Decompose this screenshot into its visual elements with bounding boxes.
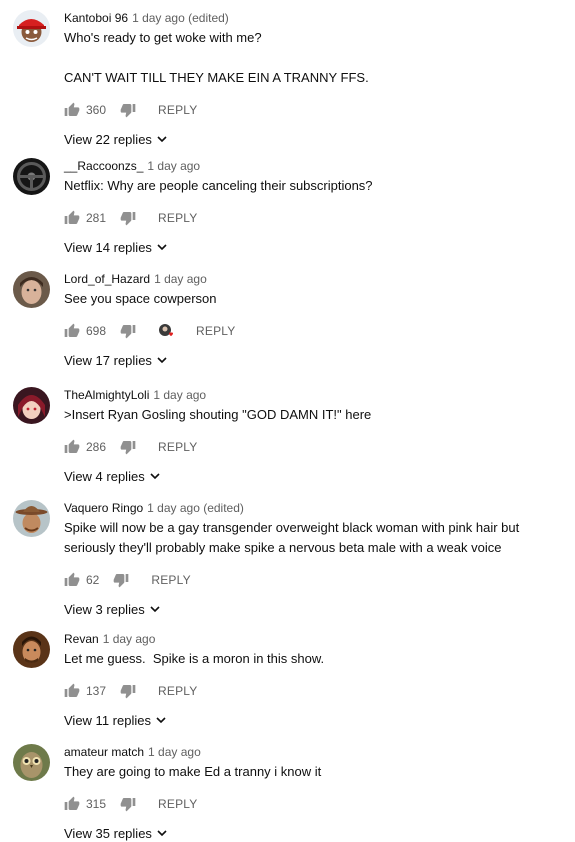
creator-heart-icon bbox=[158, 323, 174, 339]
comment-text: Let me guess. Spike is a moron in this s… bbox=[64, 649, 565, 669]
comment-paragraph: >Insert Ryan Gosling shouting "GOD DAMN … bbox=[64, 407, 372, 422]
thumbs-down-icon[interactable] bbox=[113, 572, 129, 588]
like-count: 698 bbox=[86, 324, 107, 338]
thumbs-up-icon[interactable] bbox=[64, 210, 80, 226]
comment-paragraph: They are going to make Ed a tranny i kno… bbox=[64, 764, 322, 779]
comment-text: See you space cowperson bbox=[64, 289, 565, 309]
comment-text: Netflix: Why are people canceling their … bbox=[64, 176, 565, 196]
view-replies-button[interactable]: View 4 replies bbox=[64, 467, 565, 485]
avatar-cowboy-icon[interactable] bbox=[13, 500, 50, 537]
comment-author[interactable]: Vaquero Ringo bbox=[64, 501, 143, 515]
thumbs-up-icon[interactable] bbox=[64, 572, 80, 588]
reply-button[interactable]: REPLY bbox=[158, 211, 197, 225]
like-count: 281 bbox=[86, 211, 107, 225]
chevron-down-icon bbox=[156, 827, 168, 839]
view-replies-label: View 14 replies bbox=[64, 239, 152, 255]
view-replies-label: View 35 replies bbox=[64, 825, 152, 841]
comment-author[interactable]: Lord_of_Hazard bbox=[64, 272, 150, 286]
thumbs-down-icon[interactable] bbox=[120, 323, 136, 339]
avatar-red-cap-icon[interactable] bbox=[13, 10, 50, 47]
comment-actions: 62 REPLY bbox=[64, 568, 565, 592]
comment-author[interactable]: amateur match bbox=[64, 745, 144, 759]
comment-text: Who's ready to get woke with me? CAN'T W… bbox=[64, 28, 565, 88]
view-replies-label: View 3 replies bbox=[64, 601, 145, 617]
thumbs-down-icon[interactable] bbox=[120, 796, 136, 812]
chevron-down-icon bbox=[149, 470, 161, 482]
comment-paragraph: CAN'T WAIT TILL THEY MAKE EIN A TRANNY F… bbox=[64, 70, 369, 85]
view-replies-label: View 22 replies bbox=[64, 131, 152, 147]
comment-paragraph: Spike will now be a gay transgender over… bbox=[64, 520, 520, 555]
thumbs-down-icon[interactable] bbox=[120, 683, 136, 699]
comment-paragraph: Netflix: Why are people canceling their … bbox=[64, 178, 373, 193]
chevron-down-icon bbox=[149, 603, 161, 615]
thumbs-down-icon[interactable] bbox=[120, 439, 136, 455]
comment-author[interactable]: TheAlmightyLoli bbox=[64, 388, 149, 402]
like-count: 286 bbox=[86, 440, 107, 454]
comment-actions: 137 REPLY bbox=[64, 679, 565, 703]
comment-text: They are going to make Ed a tranny i kno… bbox=[64, 762, 565, 782]
reply-button[interactable]: REPLY bbox=[158, 684, 197, 698]
like-count: 62 bbox=[86, 573, 100, 587]
avatar-man-icon[interactable] bbox=[13, 631, 50, 668]
view-replies-button[interactable]: View 22 replies bbox=[64, 130, 565, 148]
thumbs-up-icon[interactable] bbox=[64, 439, 80, 455]
comment-actions: 360 REPLY bbox=[64, 98, 565, 122]
comment-timestamp[interactable]: 1 day ago bbox=[154, 272, 207, 286]
like-count: 315 bbox=[86, 797, 107, 811]
comment-actions: 698 REPLY bbox=[64, 319, 565, 343]
comment-timestamp[interactable]: 1 day ago (edited) bbox=[132, 11, 229, 25]
comment-author[interactable]: __Raccoonzs_ bbox=[64, 159, 143, 173]
reply-button[interactable]: REPLY bbox=[196, 324, 235, 338]
comment-text: >Insert Ryan Gosling shouting "GOD DAMN … bbox=[64, 405, 565, 425]
comment-actions: 286 REPLY bbox=[64, 435, 565, 459]
comment-timestamp[interactable]: 1 day ago bbox=[147, 159, 200, 173]
view-replies-button[interactable]: View 11 replies bbox=[64, 711, 565, 729]
view-replies-label: View 4 replies bbox=[64, 468, 145, 484]
like-count: 137 bbox=[86, 684, 107, 698]
chevron-down-icon bbox=[155, 714, 167, 726]
thumbs-up-icon[interactable] bbox=[64, 796, 80, 812]
comment-author[interactable]: Revan bbox=[64, 632, 99, 646]
comment-paragraph: Let me guess. Spike is a moron in this s… bbox=[64, 651, 325, 666]
reply-button[interactable]: REPLY bbox=[158, 797, 197, 811]
thumbs-up-icon[interactable] bbox=[64, 323, 80, 339]
comment-actions: 315 REPLY bbox=[64, 792, 565, 816]
view-replies-label: View 11 replies bbox=[64, 712, 151, 728]
avatar-steering-wheel-icon[interactable] bbox=[13, 158, 50, 195]
view-replies-button[interactable]: View 17 replies bbox=[64, 351, 565, 369]
comment-timestamp[interactable]: 1 day ago (edited) bbox=[147, 501, 244, 515]
reply-button[interactable]: REPLY bbox=[158, 103, 197, 117]
thumbs-up-icon[interactable] bbox=[64, 683, 80, 699]
avatar-owl-icon[interactable] bbox=[13, 744, 50, 781]
comment-actions: 281 REPLY bbox=[64, 206, 565, 230]
comment-timestamp[interactable]: 1 day ago bbox=[148, 745, 201, 759]
reply-button[interactable]: REPLY bbox=[151, 573, 190, 587]
avatar-face-icon[interactable] bbox=[13, 271, 50, 308]
thumbs-up-icon[interactable] bbox=[64, 102, 80, 118]
chevron-down-icon bbox=[156, 241, 168, 253]
reply-button[interactable]: REPLY bbox=[158, 440, 197, 454]
comment-paragraph: See you space cowperson bbox=[64, 291, 217, 306]
thumbs-down-icon[interactable] bbox=[120, 102, 136, 118]
like-count: 360 bbox=[86, 103, 107, 117]
view-replies-label: View 17 replies bbox=[64, 352, 152, 368]
view-replies-button[interactable]: View 3 replies bbox=[64, 600, 565, 618]
comment-paragraph: Who's ready to get woke with me? bbox=[64, 30, 262, 45]
thumbs-down-icon[interactable] bbox=[120, 210, 136, 226]
comment-timestamp[interactable]: 1 day ago bbox=[153, 388, 206, 402]
comment-timestamp[interactable]: 1 day ago bbox=[103, 632, 156, 646]
chevron-down-icon bbox=[156, 354, 168, 366]
avatar-anime-icon[interactable] bbox=[13, 387, 50, 424]
comment-text: Spike will now be a gay transgender over… bbox=[64, 518, 565, 558]
comment-author[interactable]: Kantoboi 96 bbox=[64, 11, 128, 25]
view-replies-button[interactable]: View 14 replies bbox=[64, 238, 565, 256]
view-replies-button[interactable]: View 35 replies bbox=[64, 824, 565, 842]
chevron-down-icon bbox=[156, 133, 168, 145]
